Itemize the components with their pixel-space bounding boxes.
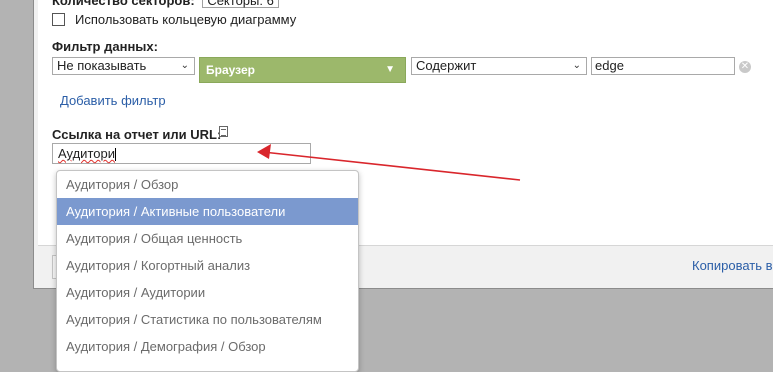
filter-value-text: edge bbox=[595, 58, 624, 73]
report-url-text: Аудитори bbox=[58, 146, 115, 161]
add-filter-link[interactable]: Добавить фильтр bbox=[60, 93, 166, 108]
suggestion-item[interactable]: Аудитория / Обзор bbox=[57, 171, 358, 198]
suggestions-dropdown[interactable]: Аудитория / Обзор Аудитория / Активные п… bbox=[56, 170, 359, 372]
filter-show-select[interactable]: Не показывать ⌄ bbox=[52, 57, 195, 75]
document-icon[interactable] bbox=[219, 126, 228, 137]
filter-condition-select[interactable]: Содержит ⌄ bbox=[411, 57, 587, 75]
filter-dimension-select[interactable]: Браузер ▼ bbox=[199, 57, 406, 83]
filter-value-input[interactable]: edge bbox=[591, 57, 735, 75]
chevron-down-icon: ⌄ bbox=[572, 60, 581, 71]
report-link-label: Ссылка на отчет или URL: bbox=[52, 127, 222, 142]
suggestion-item[interactable]: Аудитория / Когортный анализ bbox=[57, 252, 358, 279]
clear-icon[interactable]: ✕ bbox=[739, 61, 751, 73]
copy-link[interactable]: Копировать в bbox=[692, 258, 773, 273]
sectors-row: Количество секторов: Секторы: 6 bbox=[52, 0, 279, 8]
chevron-down-icon: ⌄ bbox=[180, 60, 189, 71]
filter-condition-value: Содержит bbox=[416, 58, 477, 73]
suggestion-item[interactable]: Аудитория / Статистика по пользователям bbox=[57, 306, 358, 333]
donut-label: Использовать кольцевую диаграмму bbox=[75, 11, 297, 27]
sectors-label: Количество секторов: bbox=[52, 0, 195, 8]
suggestion-item-highlighted[interactable]: Аудитория / Активные пользователи bbox=[57, 198, 358, 225]
suggestion-item[interactable]: Аудитория / Аудитории bbox=[57, 279, 358, 306]
donut-option[interactable]: Использовать кольцевую диаграмму bbox=[52, 11, 296, 27]
filter-label: Фильтр данных: bbox=[52, 39, 158, 54]
suggestion-item[interactable]: Аудитория / Демография / Обзор bbox=[57, 333, 358, 360]
suggestion-item[interactable]: Аудитория / Общая ценность bbox=[57, 225, 358, 252]
donut-checkbox[interactable] bbox=[52, 12, 65, 26]
filter-dimension-value: Браузер bbox=[206, 63, 255, 77]
triangle-down-icon: ▼ bbox=[385, 64, 395, 75]
report-url-input[interactable]: Аудитори bbox=[52, 143, 311, 164]
filter-show-value: Не показывать bbox=[57, 58, 147, 73]
text-caret bbox=[114, 148, 116, 162]
sectors-select[interactable]: Секторы: 6 bbox=[202, 0, 279, 8]
